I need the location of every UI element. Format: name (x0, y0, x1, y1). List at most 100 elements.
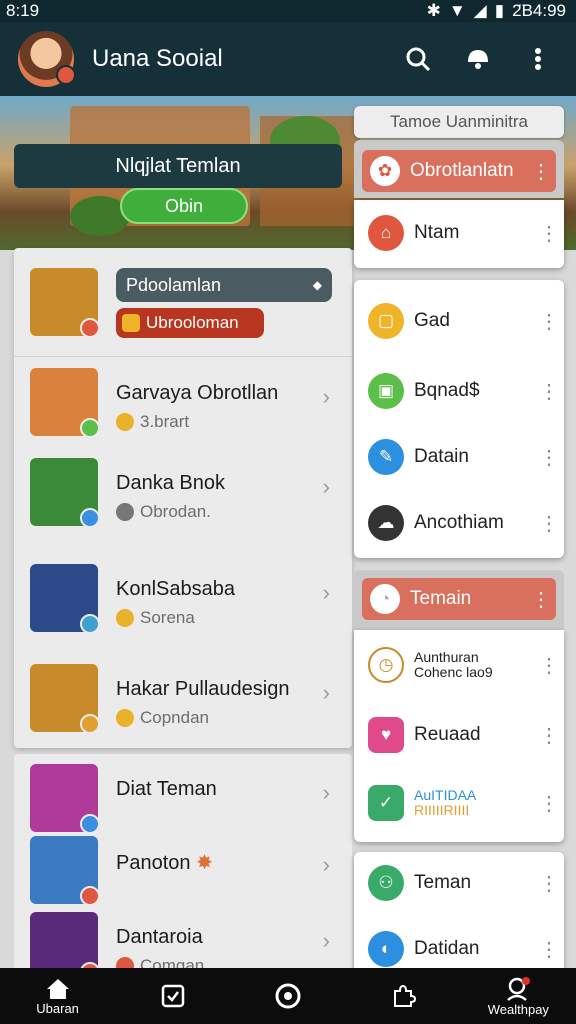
people-icon: ⚇ (368, 865, 404, 901)
status-bar: 8:19 ✱ ▼ ◢ ▮ 2̈B4:99 (0, 0, 576, 22)
menu-item-gad[interactable]: ▢ Gad ⋮ (354, 290, 564, 352)
more-vert-icon[interactable]: ⋮ (534, 511, 564, 536)
friend-name: Hakar Pullaudesign (116, 678, 290, 700)
avatar-badge (80, 418, 100, 438)
gift-icon: ✿ (370, 156, 400, 186)
clock-icon: ◔ (370, 584, 400, 614)
list-item[interactable]: Garvaya Obrotllan 3.brart › (14, 348, 352, 438)
nav-compass[interactable] (243, 968, 333, 1024)
avatar (30, 268, 100, 338)
menu-item-obrotlanlatn[interactable]: ✿ Obrotlanlatn ⋮ (362, 150, 556, 192)
menu-item-temain[interactable]: ◔ Temain ⋮ (362, 578, 556, 620)
friend-status: Copndan (116, 708, 209, 728)
featured-pill[interactable]: Pdoolamlan ◆ (116, 268, 332, 302)
menu-item-teman[interactable]: ⚇ Teman ⋮ (354, 852, 564, 914)
featured-tag[interactable]: Ubrooloman (116, 308, 264, 338)
gift-icon (122, 314, 140, 332)
friend-name: KonlSabsaba (116, 578, 235, 600)
menu-item-label: Datain (414, 446, 469, 467)
more-vert-icon[interactable]: ⋮ (526, 587, 556, 612)
more-vert-icon[interactable]: ⋮ (534, 653, 564, 678)
more-vert-icon[interactable]: ⋮ (534, 937, 564, 962)
more-vert-icon[interactable]: ⋮ (534, 723, 564, 748)
compass-icon (275, 983, 301, 1009)
friend-name: Diat Teman (116, 778, 217, 800)
avatar-badge (80, 318, 100, 338)
menu-item-bqnad[interactable]: ▣ Bqnad$ ⋮ (354, 360, 564, 422)
menu-item-label: AuITIDAA RIIIIIRIIII (414, 788, 534, 818)
list-item[interactable]: KonlSabsaba Sorena › (14, 544, 352, 634)
avatar-badge (80, 614, 100, 634)
chevron-right-icon: › (322, 384, 330, 409)
friend-list-2: Diat Teman › Panoton ✸ › Dantaroia Comga… (14, 754, 352, 982)
friend-status: Obrodan. (116, 502, 211, 522)
menu-group-1b: ⌂ Ntam ⋮ (354, 200, 564, 268)
menu-item-label: Aunthuran Cohenc lao9 (414, 650, 534, 680)
battery-icon: ▮ (494, 1, 505, 20)
banner-card: Nlqjlat Temlan (14, 144, 342, 188)
nav-puzzle[interactable] (358, 968, 448, 1024)
more-vert-icon[interactable]: ⋮ (534, 379, 564, 404)
more-vert-icon[interactable]: ⋮ (534, 791, 564, 816)
avatar (30, 664, 100, 734)
star-icon (116, 413, 134, 431)
edit-icon: ✎ (368, 439, 404, 475)
chart-icon: ✓ (368, 785, 404, 821)
search-icon[interactable] (396, 37, 440, 81)
nav-home[interactable]: Ubaran (13, 968, 103, 1024)
flame-icon: ✸ (196, 852, 213, 874)
status-time: 8:19 (6, 1, 40, 20)
menu-item-reuaad[interactable]: ♥ Reuaad ⋮ (354, 704, 564, 766)
chat-bubble-icon[interactable] (456, 37, 500, 81)
menu-item-label: Ntam (414, 222, 460, 243)
profile-icon (507, 976, 531, 1001)
puzzle-icon (394, 984, 417, 1007)
nav-calendar[interactable] (128, 968, 218, 1024)
more-vert-icon[interactable]: ⋮ (534, 871, 564, 896)
friend-status-text: 3.brart (140, 412, 190, 431)
menu-item-auitidaa[interactable]: ✓ AuITIDAA RIIIIIRIIII ⋮ (354, 772, 564, 834)
menu-item-ancothiam[interactable]: ☁ Ancothiam ⋮ (354, 492, 564, 554)
nav-label: Ubaran (36, 1000, 79, 1016)
featured-row[interactable]: Pdoolamlan ◆ Ubrooloman (14, 248, 352, 338)
avatar-badge (56, 65, 76, 85)
avatar-badge (80, 714, 100, 734)
friend-status-text: Obrodan. (140, 502, 211, 521)
menu-item-label: Gad (414, 310, 450, 331)
menu-item-label: Bqnad$ (414, 380, 480, 401)
list-item[interactable]: Hakar Pullaudesign Copndan › (14, 644, 352, 734)
friend-status-text: Sorena (140, 608, 195, 627)
chat-icon: ▢ (368, 303, 404, 339)
menu-item-label: Teman (414, 872, 472, 893)
friend-name: Danka Bnok (116, 472, 225, 494)
menu-item-ntam[interactable]: ⌂ Ntam ⋮ (354, 202, 564, 264)
avatar (30, 458, 100, 528)
friend-status: 3.brart (116, 412, 189, 432)
menu-item-label: Reuaad (414, 724, 481, 745)
more-vert-icon[interactable]: ⋮ (534, 309, 564, 334)
more-vert-icon[interactable]: ⋮ (534, 221, 564, 246)
menu-group-3-head: ◔ Temain ⋮ (354, 570, 564, 630)
status-icons: ✱ ▼ ◢ ▮ 2̈B4:99 (427, 1, 566, 21)
menu-item-label: Datidan (414, 938, 480, 959)
chevron-right-icon: › (322, 780, 330, 805)
banner-button[interactable]: Obin (120, 188, 248, 224)
page-title: Uana Sooial (92, 45, 223, 72)
friend-name: Dantaroia (116, 926, 203, 948)
nav-profile[interactable]: Wealthpay (473, 968, 563, 1024)
menu-item-datain[interactable]: ✎ Datain ⋮ (354, 426, 564, 488)
avatar-badge (80, 508, 100, 528)
trophy-icon: ▣ (368, 373, 404, 409)
friend-list: Pdoolamlan ◆ Ubrooloman Garvaya Obrotlla… (14, 248, 352, 748)
menu-item-label-line-2: RIIIIIRIIII (414, 802, 470, 818)
menu-item-aunthuran[interactable]: ◷ Aunthuran Cohenc lao9 ⋮ (354, 634, 564, 696)
avatar[interactable] (18, 31, 76, 87)
app-bar: Uana Sooial (0, 22, 576, 96)
featured-tag-text: Ubrooloman (146, 313, 239, 332)
status-dot-icon (116, 503, 134, 521)
badge-icon (116, 609, 134, 627)
more-vert-icon[interactable] (516, 37, 560, 81)
list-item[interactable]: Danka Bnok Obrodan. › (14, 438, 352, 528)
more-vert-icon[interactable]: ⋮ (534, 445, 564, 470)
more-vert-icon[interactable]: ⋮ (526, 159, 556, 184)
